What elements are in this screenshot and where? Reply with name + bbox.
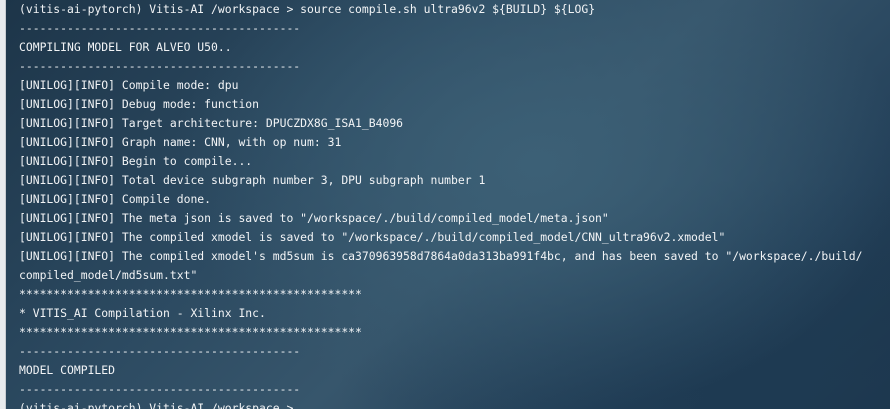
- terminal-banner-text: * VITIS_AI Compilation - Xilinx Inc.: [19, 306, 266, 320]
- terminal-log-line: [UNILOG][INFO] The compiled xmodel's md5…: [19, 249, 863, 263]
- terminal-log-line: [UNILOG][INFO] Compile done.: [19, 192, 212, 206]
- terminal-log-line: [UNILOG][INFO] The compiled xmodel is sa…: [19, 230, 726, 244]
- terminal-command-line: (vitis-ai-pytorch) Vitis-AI /workspace >…: [19, 2, 596, 16]
- terminal-log-line: [UNILOG][INFO] The meta json is saved to…: [19, 211, 609, 225]
- terminal-log-line: [UNILOG][INFO] Target architecture: DPUC…: [19, 116, 404, 130]
- terminal-log-line: [UNILOG][INFO] Compile mode: dpu: [19, 78, 239, 92]
- terminal-separator-line: ----------------------------------------…: [19, 382, 301, 396]
- terminal-output-line: COMPILING MODEL FOR ALVEO U50..: [19, 40, 232, 54]
- terminal-banner-border: ****************************************…: [19, 325, 362, 339]
- terminal-log-line: [UNILOG][INFO] Debug mode: function: [19, 97, 260, 111]
- terminal-separator-line: ----------------------------------------…: [19, 21, 301, 35]
- terminal-output-line: MODEL COMPILED: [19, 363, 116, 377]
- terminal-output: (vitis-ai-pytorch) Vitis-AI /workspace >…: [19, 0, 863, 409]
- terminal-log-line: [UNILOG][INFO] Total device subgraph num…: [19, 173, 486, 187]
- terminal-banner-border: ****************************************…: [19, 287, 362, 301]
- terminal-log-line: [UNILOG][INFO] Begin to compile...: [19, 154, 253, 168]
- terminal-log-line-continuation: compiled_model/md5sum.txt": [19, 268, 198, 282]
- terminal-separator-line: ----------------------------------------…: [19, 344, 301, 358]
- terminal-prompt-line[interactable]: (vitis-ai-pytorch) Vitis-AI /workspace >: [19, 399, 863, 409]
- terminal-log-line: [UNILOG][INFO] Graph name: CNN, with op …: [19, 135, 342, 149]
- terminal-separator-line: ----------------------------------------…: [19, 59, 301, 73]
- terminal-window[interactable]: (vitis-ai-pytorch) Vitis-AI /workspace >…: [6, 0, 890, 409]
